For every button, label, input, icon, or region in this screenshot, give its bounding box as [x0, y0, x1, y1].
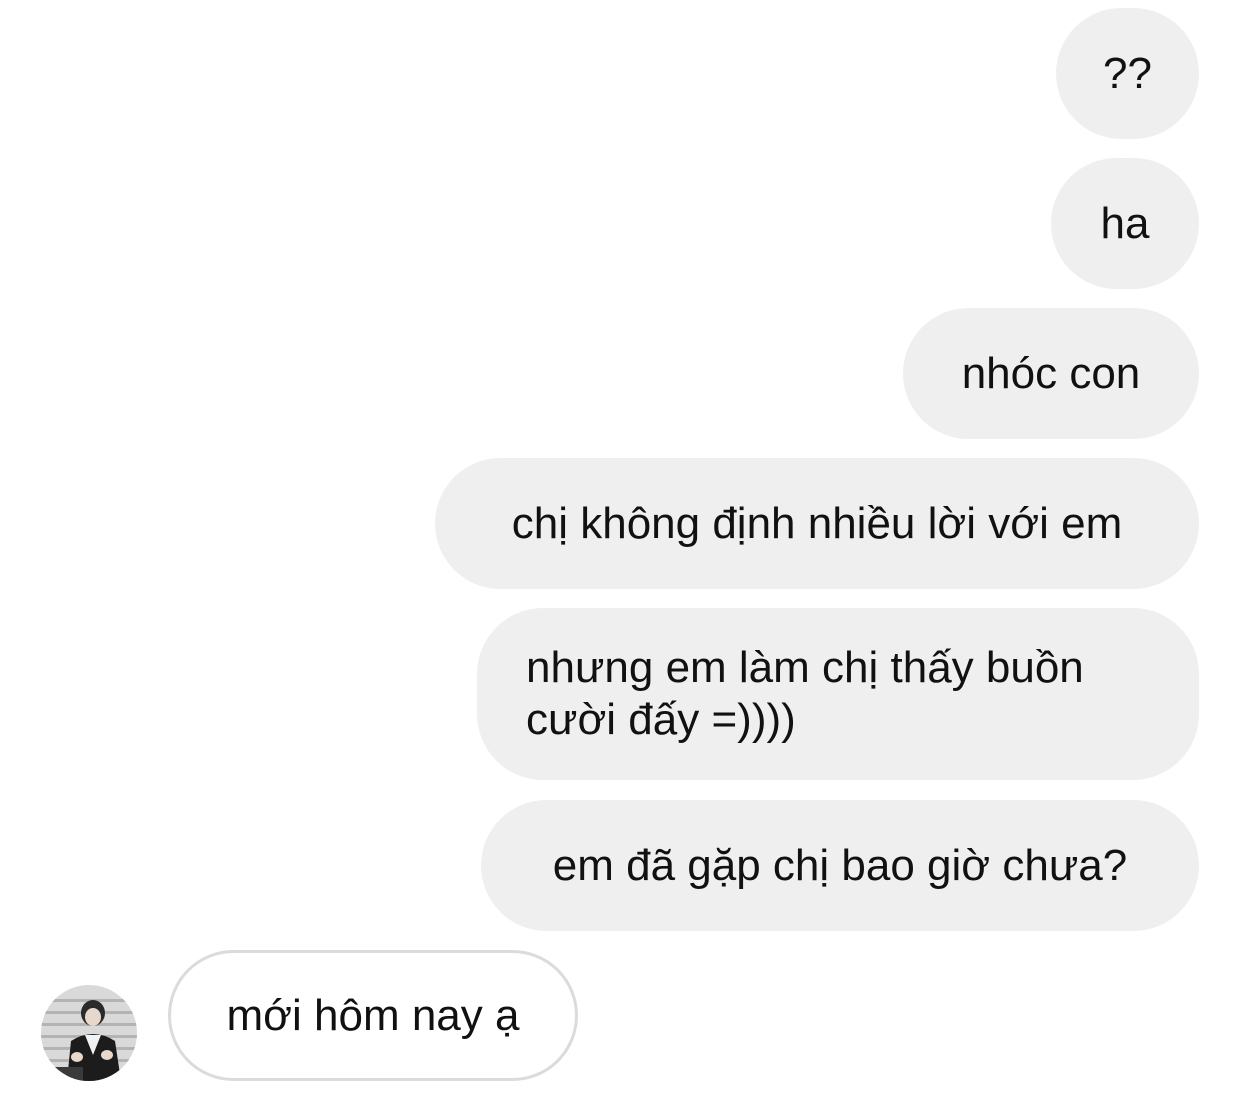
- sent-message-bubble[interactable]: nhóc con: [903, 308, 1199, 439]
- profile-photo-avatar-icon: [41, 985, 137, 1081]
- message-text: mới hôm nay ạ: [226, 990, 520, 1040]
- message-text: em đã gặp chị bao giờ chưa?: [552, 840, 1128, 890]
- sent-message-bubble[interactable]: em đã gặp chị bao giờ chưa?: [481, 800, 1199, 931]
- sent-message-bubble[interactable]: chị không định nhiều lời với em: [435, 458, 1199, 589]
- message-text: chị không định nhiều lời với em: [511, 498, 1123, 548]
- message-thread: ?? ha nhóc con chị không định nhiều lời …: [0, 0, 1242, 1101]
- received-message-bubble[interactable]: mới hôm nay ạ: [168, 950, 578, 1081]
- message-text: nhưng em làm chị thấy buồn cười đấy =)))…: [526, 643, 1084, 744]
- sent-message-bubble[interactable]: ha: [1051, 158, 1199, 289]
- message-text: ha: [1100, 198, 1150, 248]
- message-text: ??: [1103, 48, 1152, 98]
- message-text: nhóc con: [961, 348, 1141, 398]
- contact-avatar[interactable]: [41, 985, 137, 1081]
- sent-message-bubble[interactable]: nhưng em làm chị thấy buồn cười đấy =)))…: [477, 608, 1199, 780]
- sent-message-bubble[interactable]: ??: [1056, 8, 1199, 139]
